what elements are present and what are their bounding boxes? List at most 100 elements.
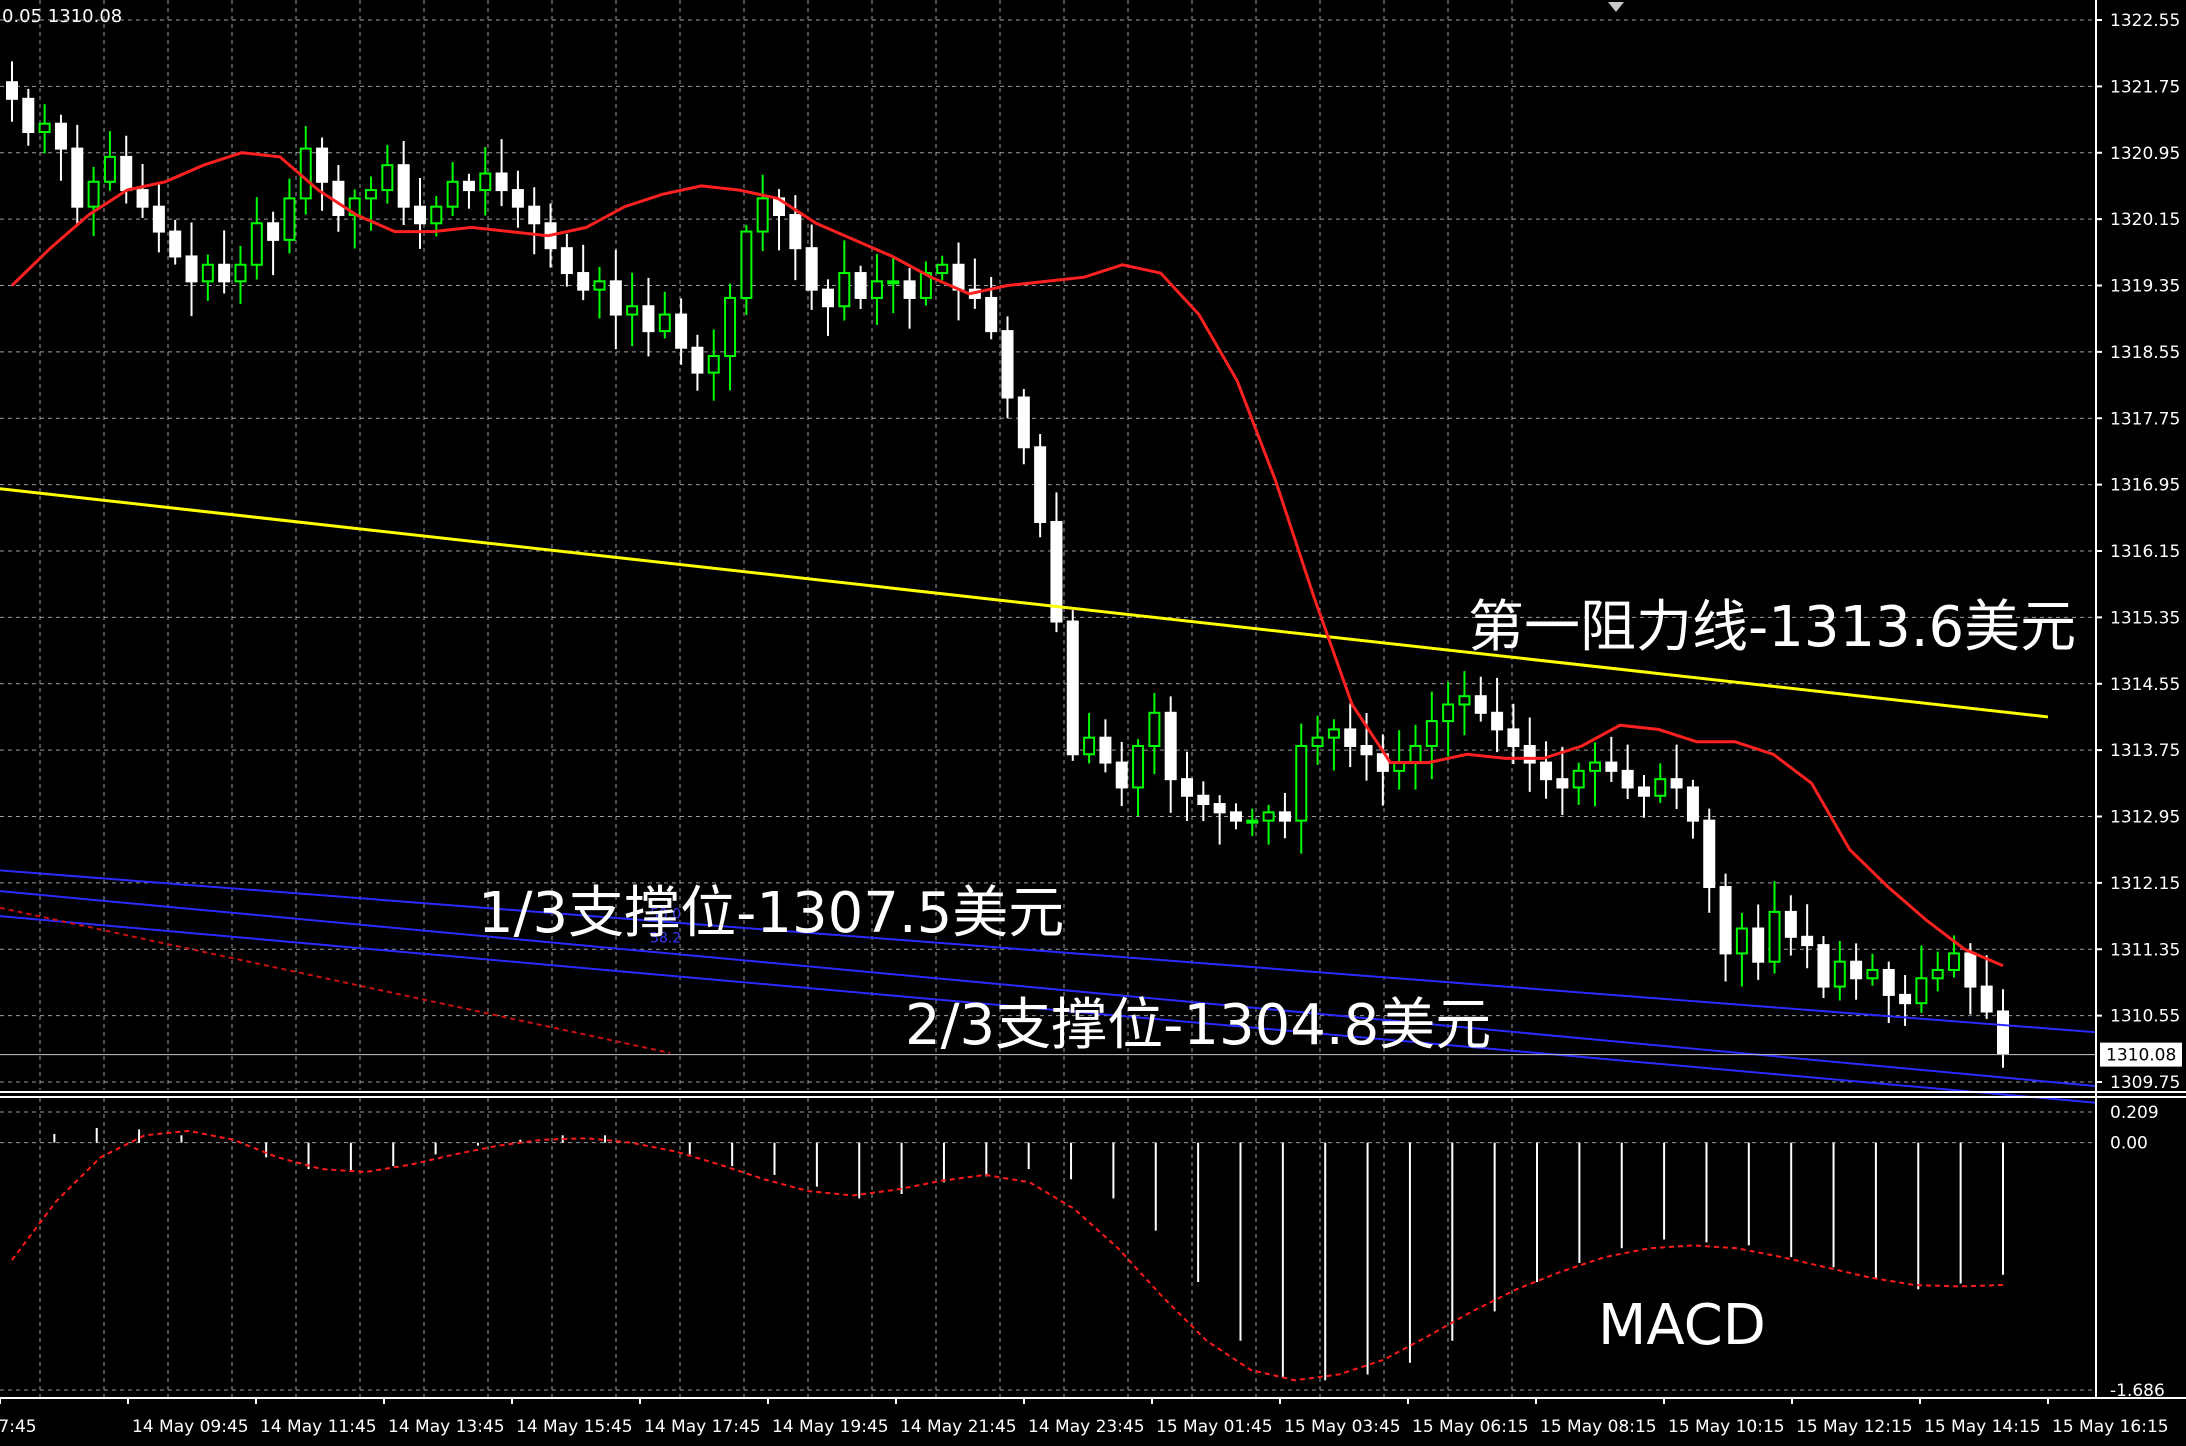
candle-body	[724, 296, 737, 358]
price-tick-label: 1315.35	[2110, 608, 2180, 628]
candle-body	[218, 263, 231, 283]
candle-body	[903, 280, 916, 299]
candle-body	[887, 280, 900, 285]
candle-body	[560, 247, 573, 275]
support1-annotation: 1/3支撑位-1307.5美元	[478, 881, 1065, 946]
candle-body	[1148, 711, 1161, 747]
candle-body	[381, 164, 394, 192]
candle-body	[120, 155, 133, 192]
time-tick-label: 15 May 16:15	[2052, 1417, 2169, 1437]
candle-body	[1899, 993, 1912, 1005]
scroll-marker-icon	[1608, 2, 1624, 12]
candle-body	[430, 205, 443, 225]
candle-body	[1621, 769, 1634, 789]
time-tick-label: 14 May 21:45	[900, 1417, 1017, 1437]
time-tick-label: 14 May 11:45	[260, 1417, 377, 1437]
candle-body	[446, 180, 459, 208]
candle-body	[136, 189, 149, 208]
candle-body	[22, 97, 35, 134]
candle-body	[1605, 761, 1618, 772]
candle-body	[1572, 769, 1585, 789]
candle-body	[1066, 620, 1079, 756]
candle-body	[854, 272, 867, 299]
time-tick-label: 15 May 01:45	[1156, 1417, 1273, 1437]
price-tick-label: 1321.75	[2110, 77, 2180, 97]
candle-body	[707, 355, 720, 374]
candle-body	[952, 263, 965, 291]
candle-body	[1817, 944, 1830, 988]
candle-body	[234, 263, 247, 283]
price-tick-label: 1311.35	[2110, 940, 2180, 960]
candle-body	[1637, 786, 1650, 797]
candle-body	[299, 147, 312, 200]
candle-body	[1181, 778, 1194, 797]
candle-body	[103, 155, 116, 183]
candle-body	[511, 189, 524, 208]
candle-body	[1507, 728, 1520, 747]
candle-body	[1115, 761, 1128, 789]
candle-body	[1295, 744, 1308, 822]
candle-body	[201, 263, 214, 283]
candle-body	[1360, 744, 1373, 756]
candle-body	[985, 296, 998, 333]
candle-body	[283, 197, 296, 241]
price-tick-label: 1317.75	[2110, 409, 2180, 429]
candle-body	[267, 222, 280, 241]
candle-body	[936, 263, 949, 275]
candle-body	[250, 222, 263, 266]
time-tick-label: 15 May 06:15	[1412, 1417, 1529, 1437]
time-tick-label: 14 May 13:45	[388, 1417, 505, 1437]
candle-body	[87, 180, 100, 208]
candle-body	[1458, 695, 1471, 706]
price-tick-label: 1320.95	[2110, 144, 2180, 164]
candle-body	[1980, 985, 1993, 1013]
candle-body	[1882, 968, 1895, 996]
candle-body	[1246, 819, 1259, 824]
time-tick-label: 14 May 09:45	[132, 1417, 249, 1437]
candle-body	[1833, 960, 1846, 988]
candle-body	[1997, 1010, 2009, 1054]
candle-body	[1540, 761, 1553, 781]
price-tick-label: 1312.15	[2110, 874, 2180, 894]
price-tick-label: 1318.55	[2110, 343, 2180, 363]
time-tick-label: 14 May 15:45	[516, 1417, 633, 1437]
candle-body	[1752, 927, 1765, 963]
candle-body	[1164, 711, 1177, 781]
candle-body	[1768, 910, 1781, 963]
candle-body	[1915, 977, 1928, 1005]
time-tick-label: 14 May 17:45	[644, 1417, 761, 1437]
candle-body	[1083, 736, 1096, 756]
time-tick-label: 15 May 12:15	[1796, 1417, 1913, 1437]
candle-body	[1654, 778, 1667, 797]
candle-body	[805, 247, 818, 291]
resistance-annotation: 第一阻力线-1313.6美元	[1468, 595, 2077, 660]
candle-body	[577, 272, 590, 291]
candle-body	[413, 205, 426, 225]
candle-body	[1964, 952, 1977, 988]
candle-body	[332, 180, 345, 216]
candle-body	[1425, 720, 1438, 747]
candle-body	[1132, 744, 1145, 789]
price-tick-label: 1309.75	[2110, 1073, 2180, 1093]
time-tick-label: 14 May 07:45	[0, 1417, 37, 1437]
candle-body	[1001, 330, 1014, 399]
price-chart-svg[interactable]: 50.038.2 1322.551321.751320.951320.15131…	[0, 0, 2186, 1446]
price-tick-label: 1319.35	[2110, 277, 2180, 297]
price-tick-label: 1313.75	[2110, 741, 2180, 761]
price-tick-label: 1322.55	[2110, 11, 2180, 31]
price-tick-label: 1312.95	[2110, 808, 2180, 828]
candle-body	[593, 280, 606, 291]
candle-body	[1278, 811, 1291, 822]
candle-body	[789, 213, 802, 250]
candle-body	[1703, 819, 1716, 889]
current-price-label: 1310.08	[2106, 1046, 2176, 1066]
candle-body	[1523, 744, 1536, 764]
price-tick-label: 1316.95	[2110, 476, 2180, 496]
time-tick-label: 15 May 08:15	[1540, 1417, 1657, 1437]
candle-body	[1213, 803, 1226, 814]
candle-body	[1948, 952, 1961, 971]
candle-body	[626, 305, 639, 316]
price-tick-label: 1310.55	[2110, 1007, 2180, 1027]
candle-body	[1099, 736, 1112, 764]
candle-body	[462, 180, 475, 192]
